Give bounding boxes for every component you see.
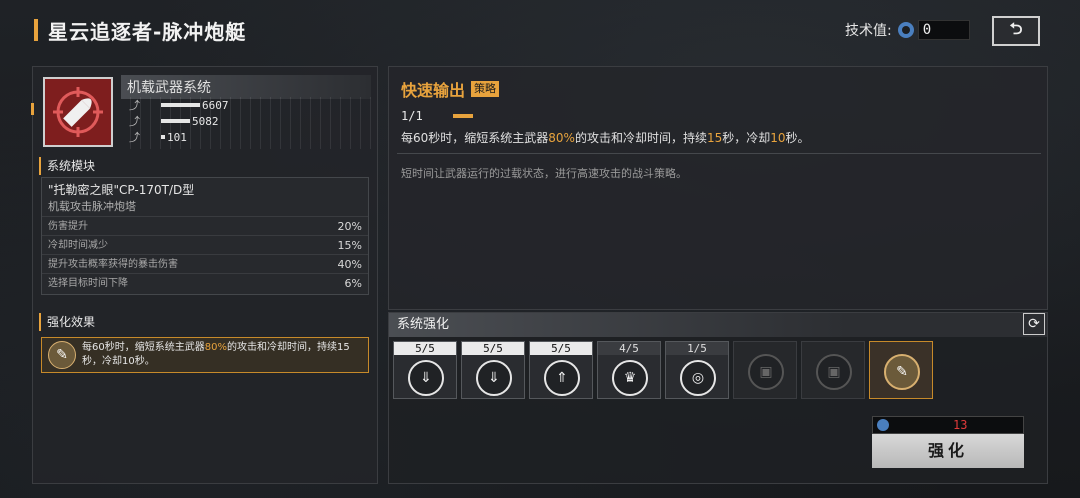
slot-count: 5/5 [462,342,524,355]
module-card[interactable]: "托勒密之眼"CP-170T/D型 机载攻击脉冲炮塔 伤害提升 20% 冷却时间… [41,177,369,295]
stat-bar [161,103,200,107]
skill-flavor-text: 短时间让武器运行的过载状态，进行高速攻击的战斗策略。 [401,167,687,180]
module-row-label: 冷却时间减少 [48,240,108,251]
enhance-cost-value: 13 [953,418,968,432]
module-row-label: 选择目标时间下降 [48,278,128,289]
page-header: 星云追逐者-脉冲炮艇 [34,16,246,44]
weapon-stats: ⤴ 6607 ⤴ 5082 ⤴ 101 [121,97,371,149]
enhance-slots: 5/5 ⇓ 5/5 ⇓ 5/5 ⇑ 4/5 ♛ 1/5 ◎ ▣ ▣ ✎ [393,341,933,399]
skill-title: 快速输出 策略 [401,77,500,101]
stat-value: 101 [167,130,187,144]
module-row-label: 提升攻击概率获得的暴击伤害 [48,259,178,270]
refresh-icon[interactable]: ⟳ [1023,313,1045,335]
selection-marker [31,103,34,115]
stat-row: ⤴ 101 [121,129,371,145]
enhance-slot[interactable]: 5/5 ⇓ [393,341,457,399]
enhance-slot[interactable]: 1/5 ◎ [665,341,729,399]
weapon-header: 机载武器系统 ⤴ 6607 ⤴ 5082 ⤴ 101 [31,73,373,151]
module-title: "托勒密之眼"CP-170T/D型 [48,183,195,197]
stat-row: ⤴ 6607 [121,97,371,113]
skill-tag: 策略 [471,81,500,97]
title-accent [34,19,38,41]
skill-description: 每60秒时，缩短系统主武器80%的攻击和冷却时间，持续15秒，冷却10秒。 [401,131,810,145]
module-section-header: 系统模块 [39,157,373,175]
stat-value: 6607 [202,98,229,112]
enhance-effect-text: 每60秒时，缩短系统主武器80%的攻击和冷却时间，持续15秒，冷却10秒。 [82,342,350,367]
crown-icon: ♛ [612,360,648,396]
slot-count: 5/5 [530,342,592,355]
skill-level: 1/1 [401,109,473,123]
system-enhance-header: 系统强化 ⟳ [389,313,1047,337]
skill-name: 快速输出 [401,81,466,100]
quick-output-icon: ✎ [884,354,920,390]
fire-rate-icon: ⤴ [129,115,140,128]
strengthen-button[interactable]: 强化 [872,434,1024,468]
damage-icon: ⤴ [129,99,140,112]
enhance-slot-locked[interactable]: ▣ [801,341,865,399]
back-arrow-icon: ⮌ [1009,18,1023,38]
target-icon: ◎ [680,360,716,396]
enhance-effect-card: ✎ 每60秒时，缩短系统主武器80%的攻击和冷却时间，持续15秒，冷却10秒。 [41,337,369,373]
divider [397,153,1041,154]
slot-count: 4/5 [598,342,660,355]
enhance-slot-locked[interactable]: ▣ [733,341,797,399]
module-subtitle: 机载攻击脉冲炮塔 [48,200,136,213]
triple-arrow-icon: ⇑ [544,360,580,396]
system-enhance-title: 系统强化 [397,317,450,332]
module-row-value: 20% [337,220,362,233]
stat-value: 5082 [192,114,219,128]
module-row-label: 伤害提升 [48,221,88,232]
tech-label: 技术值: [845,23,892,39]
back-button[interactable]: ⮌ [992,16,1040,46]
tech-value: 0 [917,20,970,40]
stat-row: ⤴ 5082 [121,113,371,129]
skill-panel: 快速输出 策略 1/1 每60秒时，缩短系统主武器80%的攻击和冷却时间，持续1… [388,66,1048,310]
module-row-value: 6% [344,277,362,290]
module-row: 选择目标时间下降 6% [42,273,368,292]
enhance-slot[interactable]: 5/5 ⇓ [461,341,525,399]
enhance-section-header: 强化效果 [39,313,373,331]
shield-arrow-icon: ⇓ [408,360,444,396]
range-icon: ⤴ [129,131,140,144]
enhance-cost: 13 [872,416,1024,434]
stat-bar [161,135,165,139]
tech-coin-icon [897,22,914,38]
module-row: 伤害提升 20% [42,216,368,235]
skill-level-bar [452,114,473,118]
skill-level-text: 1/1 [401,109,423,123]
chip-locked-icon: ▣ [816,354,852,390]
shield-arrow-icon: ⇓ [476,360,512,396]
tech-coin-icon [877,419,889,431]
bullet-crosshair-icon [43,77,113,147]
slot-count: 5/5 [394,342,456,355]
module-row-value: 40% [337,258,362,271]
quick-output-icon: ✎ [48,341,76,369]
page-title: 星云追逐者-脉冲炮艇 [48,19,247,44]
module-row: 提升攻击概率获得的暴击伤害 40% [42,254,368,273]
enhance-slot[interactable]: 5/5 ⇑ [529,341,593,399]
enhance-slot[interactable]: 4/5 ♛ [597,341,661,399]
tech-points: 技术值: 0 [845,20,970,40]
left-panel: 机载武器系统 ⤴ 6607 ⤴ 5082 ⤴ 101 系统模块 "托勒密之眼"C… [31,66,378,484]
chip-locked-icon: ▣ [748,354,784,390]
module-row-value: 15% [337,239,362,252]
weapon-name: 机载武器系统 [121,75,371,99]
module-row: 冷却时间减少 15% [42,235,368,254]
slot-count: 1/5 [666,342,728,355]
stat-bar [161,119,190,123]
enhance-slot-selected[interactable]: ✎ [869,341,933,399]
